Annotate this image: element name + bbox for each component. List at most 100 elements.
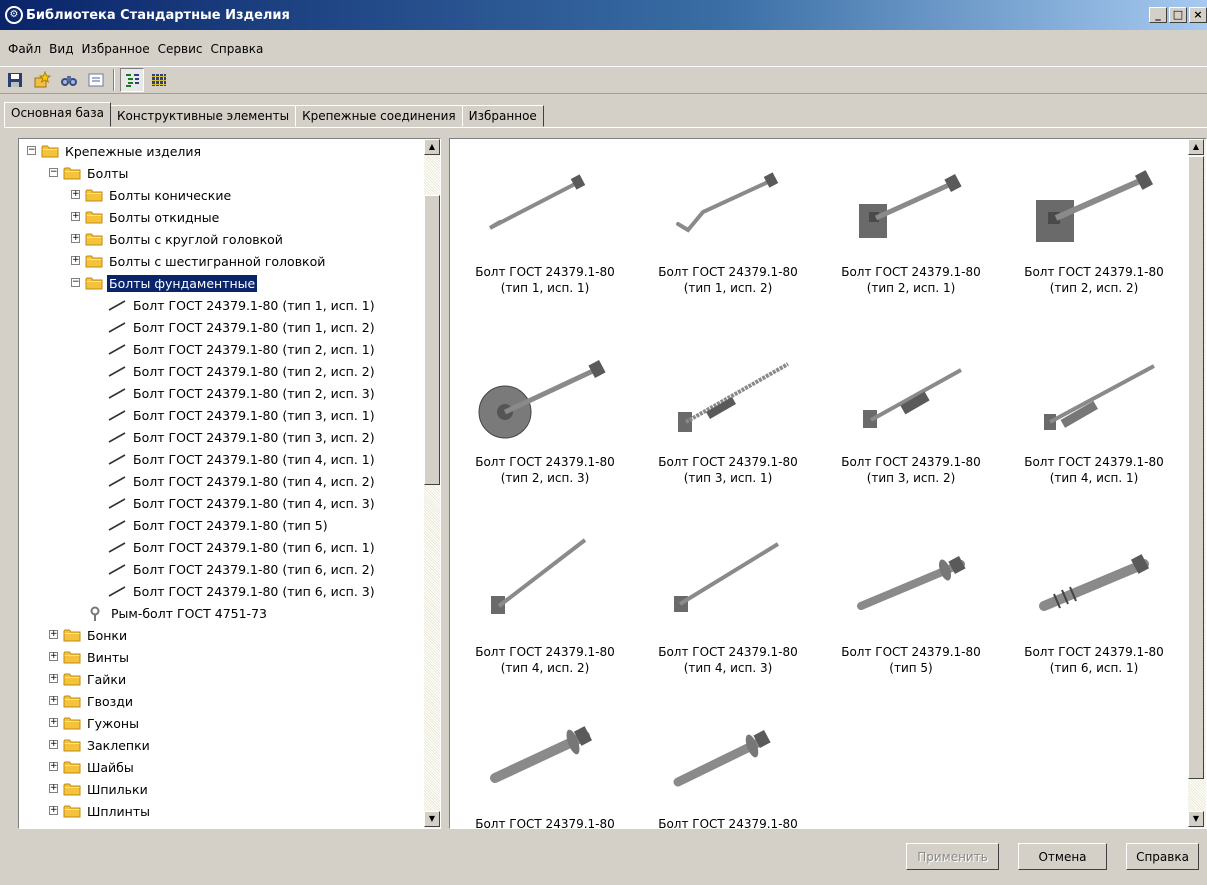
menu-service[interactable]: Сервис	[154, 40, 207, 58]
folder-icon	[63, 760, 81, 774]
tree-item-bolt[interactable]: Болт ГОСТ 24379.1-80 (тип 2, исп. 1)	[107, 338, 377, 360]
tree-item-bolt-group[interactable]: + Болты откидные	[71, 206, 221, 228]
tree-item-group[interactable]: + Винты	[49, 646, 131, 668]
tree-item-bolt[interactable]: Болт ГОСТ 24379.1-80 (тип 3, исп. 1)	[107, 404, 377, 426]
tree-item-group[interactable]: + Бонки	[49, 624, 129, 646]
window-controls: _ □ ×	[1149, 7, 1207, 23]
menu-favorites[interactable]: Избранное	[77, 40, 153, 58]
expand-icon[interactable]: +	[49, 806, 58, 815]
tree-item-bolt-group[interactable]: + Болты с круглой головкой	[71, 228, 285, 250]
tree-item-group[interactable]: + Гвозди	[49, 690, 135, 712]
tree-item-bolt[interactable]: Болт ГОСТ 24379.1-80 (тип 3, исп. 2)	[107, 426, 377, 448]
toolbar	[0, 66, 1207, 94]
gallery-scroll-thumb[interactable]	[1188, 156, 1204, 779]
gallery-item[interactable]: Болт ГОСТ 24379.1-80 (тип 5)	[821, 530, 1001, 676]
expand-icon[interactable]: +	[49, 718, 58, 727]
tree-item-bolt[interactable]: Болт ГОСТ 24379.1-80 (тип 2, исп. 2)	[107, 360, 377, 382]
collapse-icon[interactable]: −	[27, 146, 36, 155]
category-tree[interactable]: − Крепежные изделия − Болты + Болты конически…	[18, 138, 441, 829]
gallery-item[interactable]: Болт ГОСТ 24379.1-80 (тип 3, исп. 1)	[638, 340, 818, 486]
tree-item-bolt[interactable]: Болт ГОСТ 24379.1-80 (тип 4, исп. 2)	[107, 470, 377, 492]
tree-item-bolt-group[interactable]: + Болты конические	[71, 184, 233, 206]
tree-item-bolt[interactable]: Болт ГОСТ 24379.1-80 (тип 5)	[107, 514, 330, 536]
tree-item-bolts[interactable]: − Болты	[49, 162, 130, 184]
tree-item-bolt[interactable]: Болт ГОСТ 24379.1-80 (тип 6, исп. 1)	[107, 536, 377, 558]
tree-item-bolt[interactable]: Болт ГОСТ 24379.1-80 (тип 4, исп. 1)	[107, 448, 377, 470]
tab-main-base[interactable]: Основная база	[4, 102, 112, 127]
gallery-item[interactable]: Болт ГОСТ 24379.1-80 (тип 2, исп. 3)	[455, 340, 635, 486]
maximize-button[interactable]: □	[1169, 7, 1187, 23]
grid-view-button[interactable]	[147, 68, 171, 92]
expand-icon[interactable]: +	[71, 256, 80, 265]
tree-item-group[interactable]: + Гайки	[49, 668, 128, 690]
gallery-item[interactable]: Болт ГОСТ 24379.1-80(тип 6, исп. 2)	[455, 702, 635, 828]
tab-favorites[interactable]: Избранное	[461, 105, 544, 127]
list-view-button[interactable]	[84, 68, 108, 92]
tree-item-bolt-group[interactable]: + Болты с шестигранной головкой	[71, 250, 327, 272]
gallery-item[interactable]: Болт ГОСТ 24379.1-80 (тип 1, исп. 1)	[455, 150, 635, 296]
help-button[interactable]: Справка	[1126, 843, 1199, 870]
gallery-item[interactable]: Болт ГОСТ 24379.1-80 (тип 2, исп. 2)	[1004, 150, 1184, 296]
gallery-item[interactable]: Болт ГОСТ 24379.1-80 (тип 6, исп. 1)	[1004, 530, 1184, 676]
gallery-scroll-up-button[interactable]: ▲	[1188, 139, 1204, 155]
bolt-thumbnail	[490, 726, 593, 783]
collapse-icon[interactable]: −	[49, 168, 58, 177]
expand-icon[interactable]: +	[49, 740, 58, 749]
tree-scrollbar[interactable]: ▲ ▼	[424, 139, 440, 828]
tree-item-group[interactable]: + Заклепки	[49, 734, 152, 756]
expand-icon[interactable]: +	[49, 674, 58, 683]
find-button[interactable]	[57, 68, 81, 92]
apply-button[interactable]: Применить	[906, 843, 999, 870]
gallery-scrollbar[interactable]: ▲ ▼	[1188, 139, 1206, 828]
add-favorite-button[interactable]	[30, 68, 54, 92]
title-bar[interactable]: ⚙ Библиотека Стандартные Изделия _ □ ×	[0, 0, 1207, 30]
tree-item-group[interactable]: + Шпильки	[49, 778, 150, 800]
gallery-item[interactable]: Болт ГОСТ 24379.1-80 (тип 3, исп. 2)	[821, 340, 1001, 486]
scroll-up-button[interactable]: ▲	[424, 139, 440, 155]
tree-item-group[interactable]: + Шплинты	[49, 800, 152, 822]
gallery-item[interactable]: Болт ГОСТ 24379.1-80 (тип 4, исп. 1)	[1004, 340, 1184, 486]
tree-item-bolt[interactable]: Болт ГОСТ 24379.1-80 (тип 4, исп. 3)	[107, 492, 377, 514]
tab-structural-elements[interactable]: Конструктивные элементы	[110, 105, 297, 127]
preview-gallery[interactable]: Болт ГОСТ 24379.1-80 (тип 1, исп. 1) Болт …	[449, 138, 1207, 829]
expand-icon[interactable]: +	[49, 784, 58, 793]
menu-help[interactable]: Справка	[207, 40, 268, 58]
save-button[interactable]	[3, 68, 27, 92]
menu-view[interactable]: Вид	[45, 40, 77, 58]
expand-icon[interactable]: +	[71, 212, 80, 221]
gallery-item[interactable]: Болт ГОСТ 24379.1-80 (тип 2, исп. 1)	[821, 150, 1001, 296]
menu-file[interactable]: Файл	[4, 40, 45, 58]
expand-icon[interactable]: +	[49, 652, 58, 661]
expand-icon[interactable]: +	[49, 696, 58, 705]
gallery-item[interactable]: Болт ГОСТ 24379.1-80 (тип 4, исп. 3)	[638, 530, 818, 676]
tree-item-foundation-bolts[interactable]: − Болты фундаментные	[71, 272, 259, 294]
tree-item-bolt[interactable]: Болт ГОСТ 24379.1-80 (тип 6, исп. 2)	[107, 558, 377, 580]
expand-icon[interactable]: +	[49, 762, 58, 771]
tree-item-bolt[interactable]: Болт ГОСТ 24379.1-80 (тип 1, исп. 1)	[107, 294, 377, 316]
tree-item-bolt[interactable]: Болт ГОСТ 24379.1-80 (тип 6, исп. 3)	[107, 580, 377, 602]
collapse-icon[interactable]: −	[71, 278, 80, 287]
tree-item-eyebolt[interactable]: Рым-болт ГОСТ 4751-73	[85, 602, 269, 624]
gallery-item[interactable]: Болт ГОСТ 24379.1-80(тип 6, исп. 3)	[638, 702, 818, 828]
tree-item-group[interactable]: + Шайбы	[49, 756, 136, 778]
cancel-button[interactable]: Отмена	[1018, 843, 1107, 870]
tree-item-group[interactable]: + Гужоны	[49, 712, 141, 734]
gallery-caption-variant: (тип 3, исп. 2)	[866, 471, 956, 485]
tree-item-bolt[interactable]: Болт ГОСТ 24379.1-80 (тип 2, исп. 3)	[107, 382, 377, 404]
minimize-button[interactable]: _	[1149, 7, 1167, 23]
tab-fastening-joints[interactable]: Крепежные соединения	[295, 105, 463, 127]
scroll-down-button[interactable]: ▼	[424, 811, 440, 827]
expand-icon[interactable]: +	[49, 630, 58, 639]
tree-item-fasteners[interactable]: − Крепежные изделия	[27, 140, 203, 162]
gallery-item[interactable]: Болт ГОСТ 24379.1-80 (тип 1, исп. 2)	[638, 150, 818, 296]
tree-item-bolt[interactable]: Болт ГОСТ 24379.1-80 (тип 1, исп. 2)	[107, 316, 377, 338]
expand-icon[interactable]: +	[71, 234, 80, 243]
gallery-item[interactable]: Болт ГОСТ 24379.1-80 (тип 4, исп. 2)	[455, 530, 635, 676]
tree-view-button[interactable]	[120, 68, 144, 92]
scroll-thumb[interactable]	[424, 195, 440, 485]
close-button[interactable]: ×	[1189, 7, 1207, 23]
tree-view-icon	[126, 74, 139, 87]
pane-splitter[interactable]	[441, 138, 449, 829]
gallery-scroll-down-button[interactable]: ▼	[1188, 811, 1204, 827]
expand-icon[interactable]: +	[71, 190, 80, 199]
